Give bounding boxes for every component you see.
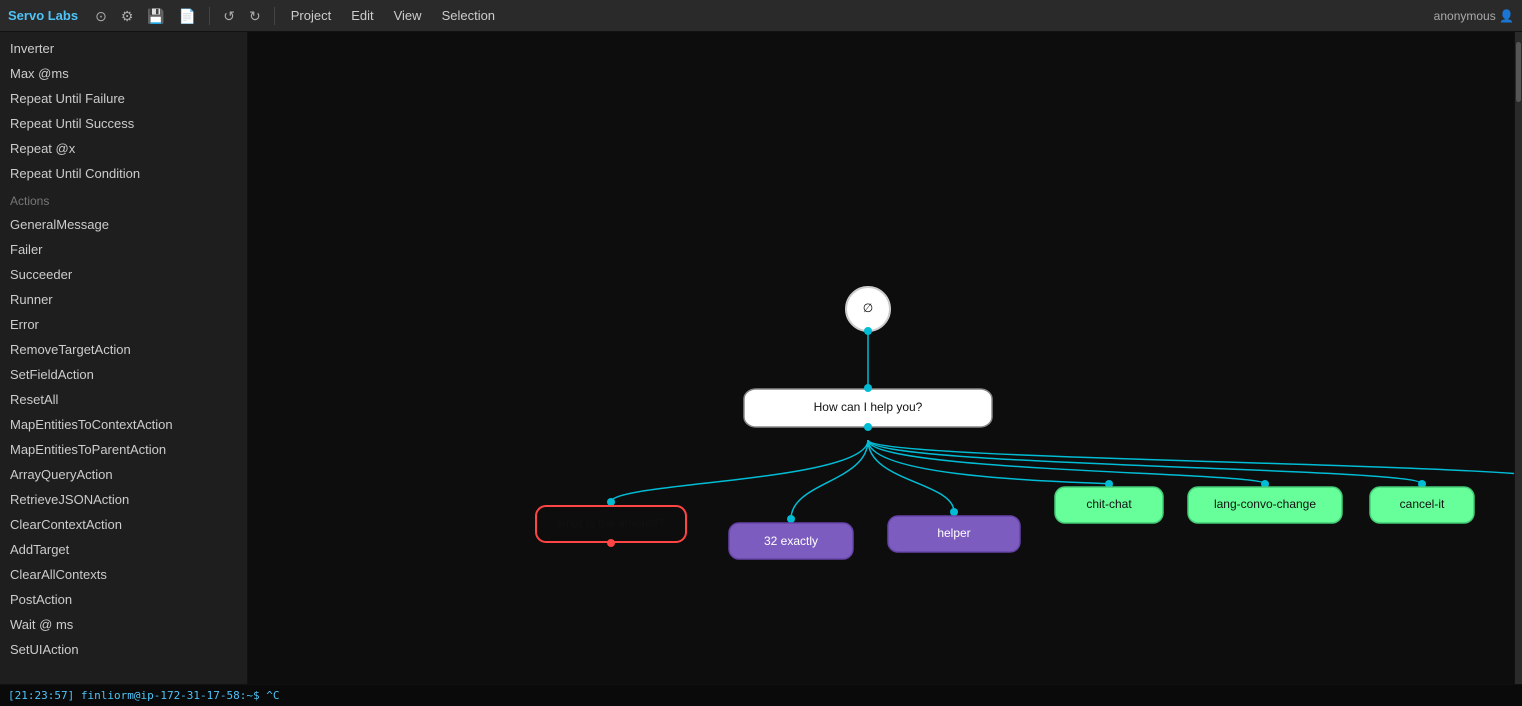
sidebar-item-repeat-until-success[interactable]: Repeat Until Success (0, 111, 247, 136)
sidebar-item-clear-context-action[interactable]: ClearContextAction (0, 512, 247, 537)
sidebar-item-repeat-until-condition[interactable]: Repeat Until Condition (0, 161, 247, 186)
sidebar-item-set-field-action[interactable]: SetFieldAction (0, 362, 247, 387)
home-icon-btn[interactable]: ⊙ (90, 7, 112, 25)
svg-text:cancel-it: cancel-it (1400, 497, 1445, 511)
tree-svg: ∅ How can I help you? what is the amount… (248, 32, 1514, 684)
sidebar-item-map-entities-to-context[interactable]: MapEntitiesToContextAction (0, 412, 247, 437)
sidebar-item-reset-all[interactable]: ResetAll (0, 387, 247, 412)
project-menu[interactable]: Project (283, 4, 339, 27)
sidebar-item-max-ms[interactable]: Max @ms (0, 61, 247, 86)
redo-icon-btn[interactable]: ↻ (244, 7, 266, 25)
edit-menu[interactable]: Edit (343, 4, 381, 27)
separator (209, 7, 210, 25)
sidebar-item-wait-ms[interactable]: Wait @ ms (0, 612, 247, 637)
svg-text:lang-convo-change: lang-convo-change (1214, 497, 1316, 511)
svg-text:helper: helper (937, 526, 970, 540)
svg-text:How can I help you?: How can I help you? (814, 400, 923, 414)
svg-text:32 exactly: 32 exactly (764, 534, 818, 548)
sidebar-item-set-ui-action[interactable]: SetUIAction (0, 637, 247, 662)
terminal-text: [21:23:57] finliorm@ip-172-31-17-58:~$ ^… (8, 689, 280, 702)
sidebar-item-succeeder[interactable]: Succeeder (0, 262, 247, 287)
svg-text:what is the amount?: what is the amount? (556, 516, 665, 530)
canvas-area[interactable]: ∅ How can I help you? what is the amount… (248, 32, 1514, 684)
sidebar-item-inverter[interactable]: Inverter (0, 36, 247, 61)
file-icon-btn[interactable]: 📄 (174, 7, 201, 25)
sidebar-item-error[interactable]: Error (0, 312, 247, 337)
sidebar-item-clear-all-contexts[interactable]: ClearAllContexts (0, 562, 247, 587)
sidebar-item-map-entities-to-parent[interactable]: MapEntitiesToParentAction (0, 437, 247, 462)
svg-text:chit-chat: chit-chat (1086, 497, 1132, 511)
main-area: Inverter Max @ms Repeat Until Failure Re… (0, 32, 1522, 684)
sidebar-item-post-action[interactable]: PostAction (0, 587, 247, 612)
sidebar-item-repeat-x[interactable]: Repeat @x (0, 136, 247, 161)
actions-section-label: Actions (0, 186, 247, 212)
sidebar: Inverter Max @ms Repeat Until Failure Re… (0, 32, 248, 684)
view-menu[interactable]: View (386, 4, 430, 27)
right-scrollbar[interactable] (1514, 32, 1522, 684)
settings-icon-btn[interactable]: ⚙ (116, 7, 139, 25)
sidebar-item-add-target[interactable]: AddTarget (0, 537, 247, 562)
sidebar-item-remove-target-action[interactable]: RemoveTargetAction (0, 337, 247, 362)
save-icon-btn[interactable]: 💾 (142, 7, 169, 25)
menu-bar: Servo Labs ⊙ ⚙ 💾 📄 ↺ ↻ Project Edit View… (0, 0, 1522, 32)
brand-label: Servo Labs (8, 8, 78, 23)
separator2 (274, 7, 275, 25)
undo-icon-btn[interactable]: ↺ (218, 7, 240, 25)
selection-menu[interactable]: Selection (434, 4, 503, 27)
sidebar-item-runner[interactable]: Runner (0, 287, 247, 312)
sidebar-item-array-query-action[interactable]: ArrayQueryAction (0, 462, 247, 487)
sidebar-item-general-message[interactable]: GeneralMessage (0, 212, 247, 237)
sidebar-item-retrieve-json-action[interactable]: RetrieveJSONAction (0, 487, 247, 512)
scrollbar-thumb[interactable] (1516, 42, 1521, 102)
svg-text:∅: ∅ (863, 301, 873, 315)
sidebar-item-failer[interactable]: Failer (0, 237, 247, 262)
terminal-bar: [21:23:57] finliorm@ip-172-31-17-58:~$ ^… (0, 684, 1522, 706)
sidebar-item-repeat-until-failure[interactable]: Repeat Until Failure (0, 86, 247, 111)
user-label: anonymous 👤 (1434, 9, 1514, 23)
